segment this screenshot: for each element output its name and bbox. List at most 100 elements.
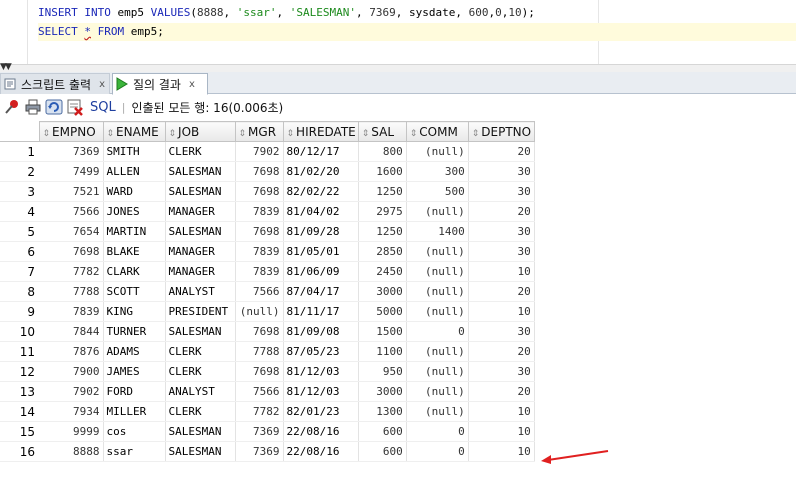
cell-comm[interactable]: (null) [406, 261, 469, 282]
cell-hiredate[interactable]: 81/12/03 [283, 381, 359, 402]
table-row[interactable]: 9 7839 KING PRESIDENT (null) 81/11/17 5000 (nul… [0, 301, 535, 322]
table-row[interactable]: 11 7876 ADAMS CLERK 7788 87/05/23 1100 (null) 20 [0, 341, 535, 362]
cell-hiredate[interactable]: 82/01/23 [283, 401, 359, 422]
table-row[interactable]: 4 7566 JONES MANAGER 7839 81/04/02 2975 (null) 2… [0, 201, 535, 222]
cell-sal[interactable]: 5000 [358, 301, 407, 322]
cell-job[interactable]: MANAGER [165, 241, 236, 262]
cell-comm[interactable]: (null) [406, 141, 469, 162]
cell-ename[interactable]: SMITH [103, 141, 166, 162]
cell-job[interactable]: MANAGER [165, 261, 236, 282]
cell-comm[interactable]: (null) [406, 381, 469, 402]
print-icon[interactable] [24, 98, 42, 116]
cell-empno[interactable]: 8888 [39, 441, 104, 462]
cell-mgr[interactable]: 7788 [235, 341, 284, 362]
cell-sal[interactable]: 2450 [358, 261, 407, 282]
cell-ename[interactable]: MARTIN [103, 221, 166, 242]
cell-mgr[interactable]: 7902 [235, 141, 284, 162]
table-row[interactable]: 2 7499 ALLEN SALESMAN 7698 81/02/20 1600 300 30 [0, 161, 535, 182]
cell-comm[interactable]: (null) [406, 201, 469, 222]
column-header-job[interactable]: ⇕ JOB [164, 121, 236, 142]
cell-deptno[interactable]: 30 [468, 161, 535, 182]
cell-sal[interactable]: 2975 [358, 201, 407, 222]
cell-hiredate[interactable]: 81/02/20 [283, 161, 359, 182]
column-header-ename[interactable]: ⇕ ENAME [102, 121, 166, 142]
cell-sal[interactable]: 1600 [358, 161, 407, 182]
cell-hiredate[interactable]: 82/02/22 [283, 181, 359, 202]
cell-hiredate[interactable]: 81/09/08 [283, 321, 359, 342]
cell-ename[interactable]: WARD [103, 181, 166, 202]
sql-editor[interactable]: INSERT INTO emp5 VALUES(8888, 'ssar', 'S… [0, 0, 796, 64]
cell-mgr[interactable]: 7698 [235, 181, 284, 202]
cell-deptno[interactable]: 20 [468, 381, 535, 402]
column-header-hiredate[interactable]: ⇕ HIREDATE [282, 121, 359, 142]
cell-empno[interactable]: 7934 [39, 401, 104, 422]
cell-mgr[interactable]: 7566 [235, 381, 284, 402]
cell-hiredate[interactable]: 81/11/17 [283, 301, 359, 322]
cell-mgr[interactable]: 7698 [235, 361, 284, 382]
cell-empno[interactable]: 9999 [39, 421, 104, 442]
table-row[interactable]: 15 9999 cos SALESMAN 7369 22/08/16 600 0 10 [0, 421, 535, 442]
cell-job[interactable]: SALESMAN [165, 161, 236, 182]
cell-empno[interactable]: 7900 [39, 361, 104, 382]
cell-comm[interactable]: (null) [406, 401, 469, 422]
cell-mgr[interactable]: 7369 [235, 421, 284, 442]
cell-mgr[interactable]: 7698 [235, 161, 284, 182]
column-header-deptno[interactable]: ⇕ DEPTNO [467, 121, 535, 142]
cell-comm[interactable]: (null) [406, 241, 469, 262]
cell-ename[interactable]: JONES [103, 201, 166, 222]
table-row[interactable]: 1 7369 SMITH CLERK 7902 80/12/17 800 (null) 20 [0, 141, 535, 162]
table-row[interactable]: 3 7521 WARD SALESMAN 7698 82/02/22 1250 500 30 [0, 181, 535, 202]
cell-mgr[interactable]: (null) [235, 301, 284, 322]
cell-job[interactable]: SALESMAN [165, 421, 236, 442]
cell-mgr[interactable]: 7782 [235, 401, 284, 422]
cell-mgr[interactable]: 7839 [235, 241, 284, 262]
export-icon[interactable] [66, 98, 84, 116]
cell-job[interactable]: CLERK [165, 361, 236, 382]
cell-empno[interactable]: 7844 [39, 321, 104, 342]
cell-comm[interactable]: 0 [406, 441, 469, 462]
table-row[interactable]: 12 7900 JAMES CLERK 7698 81/12/03 950 (null) 30 [0, 361, 535, 382]
cell-comm[interactable]: (null) [406, 281, 469, 302]
tab-script-output[interactable]: 스크립트 출력 x [0, 73, 110, 94]
table-row[interactable]: 16 8888 ssar SALESMAN 7369 22/08/16 600 0 10 [0, 441, 535, 462]
cell-empno[interactable]: 7369 [39, 141, 104, 162]
cell-deptno[interactable]: 10 [468, 261, 535, 282]
table-row[interactable]: 10 7844 TURNER SALESMAN 7698 81/09/08 1500 0 30 [0, 321, 535, 342]
cell-job[interactable]: ANALYST [165, 281, 236, 302]
cell-hiredate[interactable]: 81/04/02 [283, 201, 359, 222]
cell-deptno[interactable]: 30 [468, 221, 535, 242]
cell-empno[interactable]: 7654 [39, 221, 104, 242]
cell-comm[interactable]: (null) [406, 361, 469, 382]
table-row[interactable]: 7 7782 CLARK MANAGER 7839 81/06/09 2450 (null) 1… [0, 261, 535, 282]
cell-job[interactable]: SALESMAN [165, 181, 236, 202]
cell-deptno[interactable]: 20 [468, 141, 535, 162]
column-header-comm[interactable]: ⇕ COMM [405, 121, 469, 142]
cell-deptno[interactable]: 30 [468, 361, 535, 382]
cell-hiredate[interactable]: 81/09/28 [283, 221, 359, 242]
pin-icon[interactable] [3, 98, 21, 116]
cell-empno[interactable]: 7839 [39, 301, 104, 322]
close-icon[interactable]: x [99, 79, 105, 90]
cell-deptno[interactable]: 20 [468, 201, 535, 222]
cell-comm[interactable]: 1400 [406, 221, 469, 242]
cell-deptno[interactable]: 20 [468, 281, 535, 302]
cell-deptno[interactable]: 30 [468, 321, 535, 342]
table-row[interactable]: 14 7934 MILLER CLERK 7782 82/01/23 1300 (null) 1… [0, 401, 535, 422]
cell-deptno[interactable]: 30 [468, 241, 535, 262]
sql-button[interactable]: SQL [90, 100, 116, 115]
cell-comm[interactable]: 0 [406, 421, 469, 442]
cell-hiredate[interactable]: 22/08/16 [283, 441, 359, 462]
cell-deptno[interactable]: 10 [468, 441, 535, 462]
cell-mgr[interactable]: 7839 [235, 201, 284, 222]
cell-sal[interactable]: 1250 [358, 221, 407, 242]
cell-empno[interactable]: 7566 [39, 201, 104, 222]
table-row[interactable]: 5 7654 MARTIN SALESMAN 7698 81/09/28 1250 1400 3… [0, 221, 535, 242]
cell-ename[interactable]: FORD [103, 381, 166, 402]
cell-empno[interactable]: 7521 [39, 181, 104, 202]
cell-sal[interactable]: 1250 [358, 181, 407, 202]
cell-mgr[interactable]: 7839 [235, 261, 284, 282]
cell-hiredate[interactable]: 87/05/23 [283, 341, 359, 362]
cell-job[interactable]: CLERK [165, 401, 236, 422]
cell-comm[interactable]: (null) [406, 301, 469, 322]
cell-empno[interactable]: 7902 [39, 381, 104, 402]
